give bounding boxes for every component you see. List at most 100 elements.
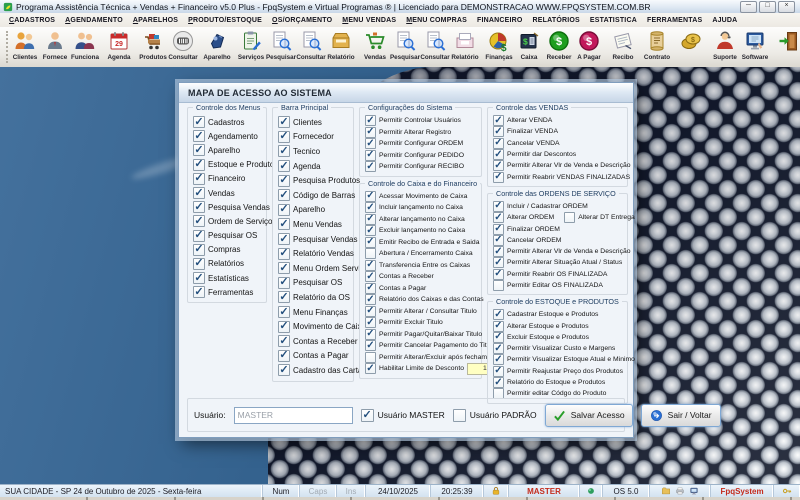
checkbox-cadastros[interactable]: ✓ xyxy=(193,116,205,129)
checkbox-financeiro[interactable]: ✓ xyxy=(193,172,205,185)
checkbox-alterar-venda[interactable]: ✓ xyxy=(493,115,504,127)
checkbox-permitir-configurar-pedido[interactable]: ✓ xyxy=(365,149,376,161)
menu-item-estatistica[interactable]: ESTATISTICA xyxy=(585,17,642,24)
toolbar-contrato-button[interactable]: Contrato xyxy=(642,27,672,67)
user-master-checkbox[interactable]: ✓ xyxy=(360,408,374,422)
checkbox-permitir-alterar-excluir-apos-fechamento[interactable] xyxy=(365,351,376,363)
checkbox-movimento-de-caixa[interactable]: ✓ xyxy=(278,320,290,333)
menu-item-relatorios[interactable]: RELATÓRIOS xyxy=(528,17,585,24)
menu-item-os-orcamento[interactable]: OS/ORÇAMENTO xyxy=(267,17,337,24)
checkbox-permitir-cancelar-pagamento-do-titulo[interactable]: ✓ xyxy=(365,340,376,352)
checkbox-pesquisa-vendas[interactable]: ✓ xyxy=(193,201,205,214)
checkbox-permitir-excluir-titulo[interactable]: ✓ xyxy=(365,317,376,329)
checkbox-menu-financas[interactable]: ✓ xyxy=(278,306,290,319)
toolbar-relatorio-button[interactable]: Relatório xyxy=(450,27,480,67)
toolbar-exit-door-button[interactable] xyxy=(774,27,800,67)
checkbox-relatorio-do-estoque-e-produtos[interactable]: ✓ xyxy=(493,377,504,389)
menu-item-produto-estoque[interactable]: PRODUTO/ESTOQUE xyxy=(183,17,267,24)
checkbox-cancelar-ordem[interactable]: ✓ xyxy=(493,234,504,246)
checkbox-contas-a-pagar[interactable]: ✓ xyxy=(278,349,290,362)
checkbox-habilitar-limite-de-desconto[interactable]: ✓ xyxy=(365,363,376,375)
toolbar-consultar-button[interactable]: Consultar xyxy=(420,27,450,67)
toolbar-relatorio-button[interactable]: Relatório xyxy=(326,27,356,67)
checkbox-alterar-estoque-e-produtos[interactable]: ✓ xyxy=(493,320,504,332)
checkbox-permitir-controlar-usuarios[interactable]: ✓ xyxy=(365,115,376,127)
checkbox-pesquisar-vendas[interactable]: ✓ xyxy=(278,233,290,246)
checkbox-aparelho[interactable]: ✓ xyxy=(278,203,290,216)
user-padrao-checkbox[interactable] xyxy=(452,408,466,422)
toolbar-receber-button[interactable]: $ Receber xyxy=(544,27,574,67)
checkbox-permitir-visualizar-estoque-atual-e-minimo[interactable]: ✓ xyxy=(493,354,504,366)
checkbox-permitir-configurar-ordem[interactable]: ✓ xyxy=(365,138,376,150)
checkbox-alterar-ordem[interactable]: ✓ xyxy=(493,212,504,224)
checkbox-ordem-de-servico[interactable]: ✓ xyxy=(193,215,205,228)
checkbox-menu-vendas[interactable]: ✓ xyxy=(278,218,290,231)
toolbar-suporte-button[interactable]: Suporte xyxy=(710,27,740,67)
toolbar-vendas-button[interactable]: Vendas xyxy=(360,27,390,67)
menu-item-cadastros[interactable]: CADASTROS xyxy=(4,17,60,24)
menu-item-ajuda[interactable]: AJUDA xyxy=(707,17,742,24)
menu-item-aparelhos[interactable]: APARELHOS xyxy=(128,17,183,24)
checkbox-cadastro-das-cartas[interactable]: ✓ xyxy=(278,364,290,377)
checkbox-permitir-reajustar-preco-dos-produtos[interactable]: ✓ xyxy=(493,365,504,377)
checkbox-pesquisar-os[interactable]: ✓ xyxy=(193,229,205,242)
checkbox-transferencia-entre-os-caixas[interactable]: ✓ xyxy=(365,259,376,271)
checkbox-estatisticas[interactable]: ✓ xyxy=(193,272,205,285)
checkbox-cadastrar-estoque-e-produtos[interactable]: ✓ xyxy=(493,309,504,321)
checkbox-compras[interactable]: ✓ xyxy=(193,243,205,256)
toolbar-coins-button[interactable]: $ xyxy=(676,27,706,67)
checkbox-alterar-dt-entrega[interactable] xyxy=(564,212,576,224)
exit-back-button[interactable]: Sair / Voltar xyxy=(640,403,721,427)
menu-item-menu-compras[interactable]: MENU COMPRAS xyxy=(401,17,472,24)
toolbar-financas-button[interactable]: $ Finanças xyxy=(484,27,514,67)
checkbox-incluir-cadastrar-ordem[interactable]: ✓ xyxy=(493,200,504,212)
checkbox-relatorios[interactable]: ✓ xyxy=(193,257,205,270)
toolbar-fornece-button[interactable]: Fornece xyxy=(40,27,70,67)
checkbox-incluir-lancamento-no-caixa[interactable]: ✓ xyxy=(365,202,376,214)
checkbox-cancelar-venda[interactable]: ✓ xyxy=(493,137,504,149)
checkbox-permitir-configurar-recibo[interactable]: ✓ xyxy=(365,161,376,173)
checkbox-permitir-alterar-consultar-titulo[interactable]: ✓ xyxy=(365,305,376,317)
checkbox-alterar-lancamento-no-caixa[interactable]: ✓ xyxy=(365,213,376,225)
menu-item-menu-vendas[interactable]: MENU VENDAS xyxy=(337,17,401,24)
menu-item-agendamento[interactable]: AGENDAMENTO xyxy=(60,17,128,24)
toolbar-software-button[interactable]: Software xyxy=(740,27,770,67)
user-input[interactable] xyxy=(233,406,353,424)
checkbox-estoque-e-produtos[interactable]: ✓ xyxy=(193,158,205,171)
user-master-option[interactable]: ✓ Usuário MASTER xyxy=(360,408,445,422)
checkbox-permitir-alterar-vlr-de-venda-e-descricao[interactable]: ✓ xyxy=(493,246,504,258)
checkbox-permitir-alterar-situacao-atual-status[interactable]: ✓ xyxy=(493,257,504,269)
checkbox-acessar-movimento-de-caixa[interactable]: ✓ xyxy=(365,190,376,202)
checkbox-contas-a-pagar[interactable]: ✓ xyxy=(365,282,376,294)
checkbox-contas-a-receber[interactable]: ✓ xyxy=(365,271,376,283)
checkbox-excluir-estoque-e-produtos[interactable]: ✓ xyxy=(493,331,504,343)
checkbox-codigo-de-barras[interactable]: ✓ xyxy=(278,189,290,202)
toolbar-consultar-button[interactable]: Consultar xyxy=(296,27,326,67)
checkbox-permitir-reabrir-os-finalizada[interactable]: ✓ xyxy=(493,268,504,280)
checkbox-agenda[interactable]: ✓ xyxy=(278,160,290,173)
checkbox-vendas[interactable]: ✓ xyxy=(193,187,205,200)
toolbar-recibo-button[interactable]: Recibo xyxy=(608,27,638,67)
toolbar-servicos-button[interactable]: Serviços xyxy=(236,27,266,67)
checkbox-permitir-reabrir-vendas-finalizadas[interactable]: ✓ xyxy=(493,171,504,183)
close-button[interactable]: × xyxy=(778,0,795,13)
toolbar-pesquisar-button[interactable]: Pesquisar xyxy=(266,27,296,67)
toolbar-produtos-button[interactable]: Produtos xyxy=(138,27,168,67)
checkbox-contas-a-receber[interactable]: ✓ xyxy=(278,335,290,348)
checkbox-permitir-editar-os-finalizada[interactable] xyxy=(493,280,504,291)
toolbar-a-pagar-button[interactable]: $ A Pagar xyxy=(574,27,604,67)
checkbox-clientes[interactable]: ✓ xyxy=(278,116,290,129)
checkbox-pesquisar-os[interactable]: ✓ xyxy=(278,276,290,289)
checkbox-fornecedor[interactable]: ✓ xyxy=(278,130,290,143)
toolbar-funciona-button[interactable]: Funciona xyxy=(70,27,100,67)
checkbox-ferramentas[interactable]: ✓ xyxy=(193,286,205,299)
checkbox-relatorio-dos-caixas-e-das-contas[interactable]: ✓ xyxy=(365,294,376,306)
menu-item-ferramentas[interactable]: FERRAMENTAS xyxy=(642,17,707,24)
dialog-titlebar[interactable]: MAPA DE ACESSO AO SISTEMA xyxy=(179,83,633,103)
toolbar-aparelho-button[interactable]: Aparelho xyxy=(202,27,232,67)
checkbox-finalizar-venda[interactable]: ✓ xyxy=(493,126,504,138)
checkbox-agendamento[interactable]: ✓ xyxy=(193,130,205,143)
toolbar-consultar-button[interactable]: Consultar xyxy=(168,27,198,67)
checkbox-permitir-visualizar-custo-e-margens[interactable]: ✓ xyxy=(493,343,504,355)
maximize-button[interactable]: □ xyxy=(759,0,776,13)
